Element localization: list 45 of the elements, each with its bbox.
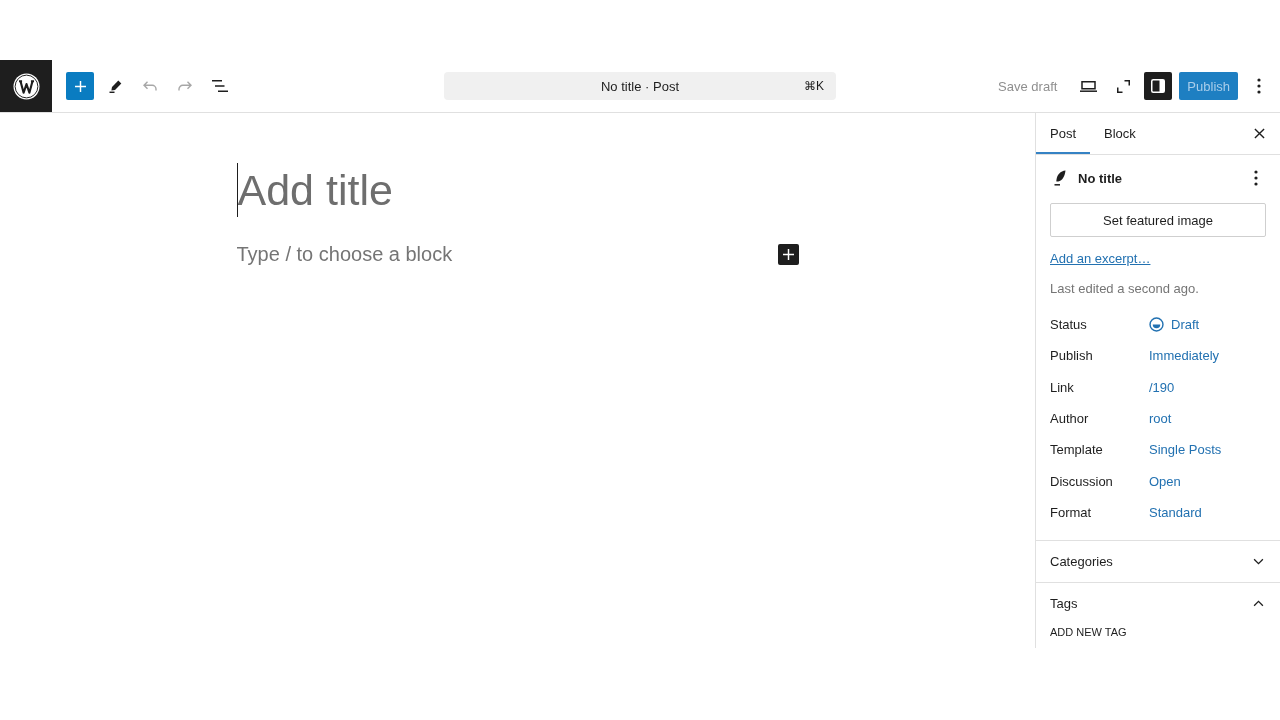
redo-icon [178,81,192,91]
close-icon [1253,128,1265,139]
command-bar[interactable]: No title · Post ⌘K [444,72,836,100]
last-edited-text: Last edited a second ago. [1050,280,1200,298]
panel-header[interactable]: Tags [1050,583,1266,625]
settings-button[interactable] [1144,72,1173,100]
pen-icon [108,79,122,93]
row-label: Author [1050,411,1090,427]
row-value-link[interactable]: root [1149,411,1172,427]
row-label: Template [1050,442,1104,458]
list-icon [212,80,228,92]
title-field[interactable]: Add title [236,163,799,217]
row-value-link[interactable]: Open [1149,473,1181,489]
shortcut-hint: ⌘K [804,79,824,93]
logo-icon [12,72,40,100]
logo-button[interactable] [0,60,52,112]
paragraph-field[interactable]: Type / to choose a block [236,240,778,268]
row-value-link[interactable]: Standard [1149,504,1202,520]
sidebar-tab[interactable]: Post [1036,113,1090,154]
status-value-button[interactable]: Draft [1149,317,1200,333]
featured-image-button[interactable]: Set featured image [1050,203,1266,237]
row-value-link[interactable]: Single Posts [1149,442,1222,458]
laptop-icon [1079,80,1097,92]
add-block-button[interactable] [777,243,799,265]
sidebar-panel-icon [1151,79,1166,93]
undo-icon [143,81,157,91]
panel-header[interactable]: Categories [1050,541,1266,583]
row-label: Link [1050,379,1075,395]
row-label: Publish [1050,348,1094,364]
excerpt-link[interactable]: Add an excerpt… [1050,249,1151,269]
status-icon [1149,317,1164,333]
more-icon [1257,78,1261,94]
row-label: Discussion [1050,473,1114,489]
feather-icon [1054,170,1066,186]
post-title: No title [1078,170,1123,186]
row-label: Format [1050,504,1093,520]
add-tag-label: ADD NEW TAG [1050,625,1128,639]
expand-icon [1116,79,1130,93]
plus-icon [74,80,86,92]
more-icon [1254,170,1258,186]
sidebar-tab[interactable]: Block [1090,113,1150,154]
row-value-link[interactable]: Immediately [1149,348,1220,364]
plus-icon [782,248,794,260]
row-label: Status [1050,317,1088,333]
row-value-link[interactable]: /190 [1149,379,1175,395]
